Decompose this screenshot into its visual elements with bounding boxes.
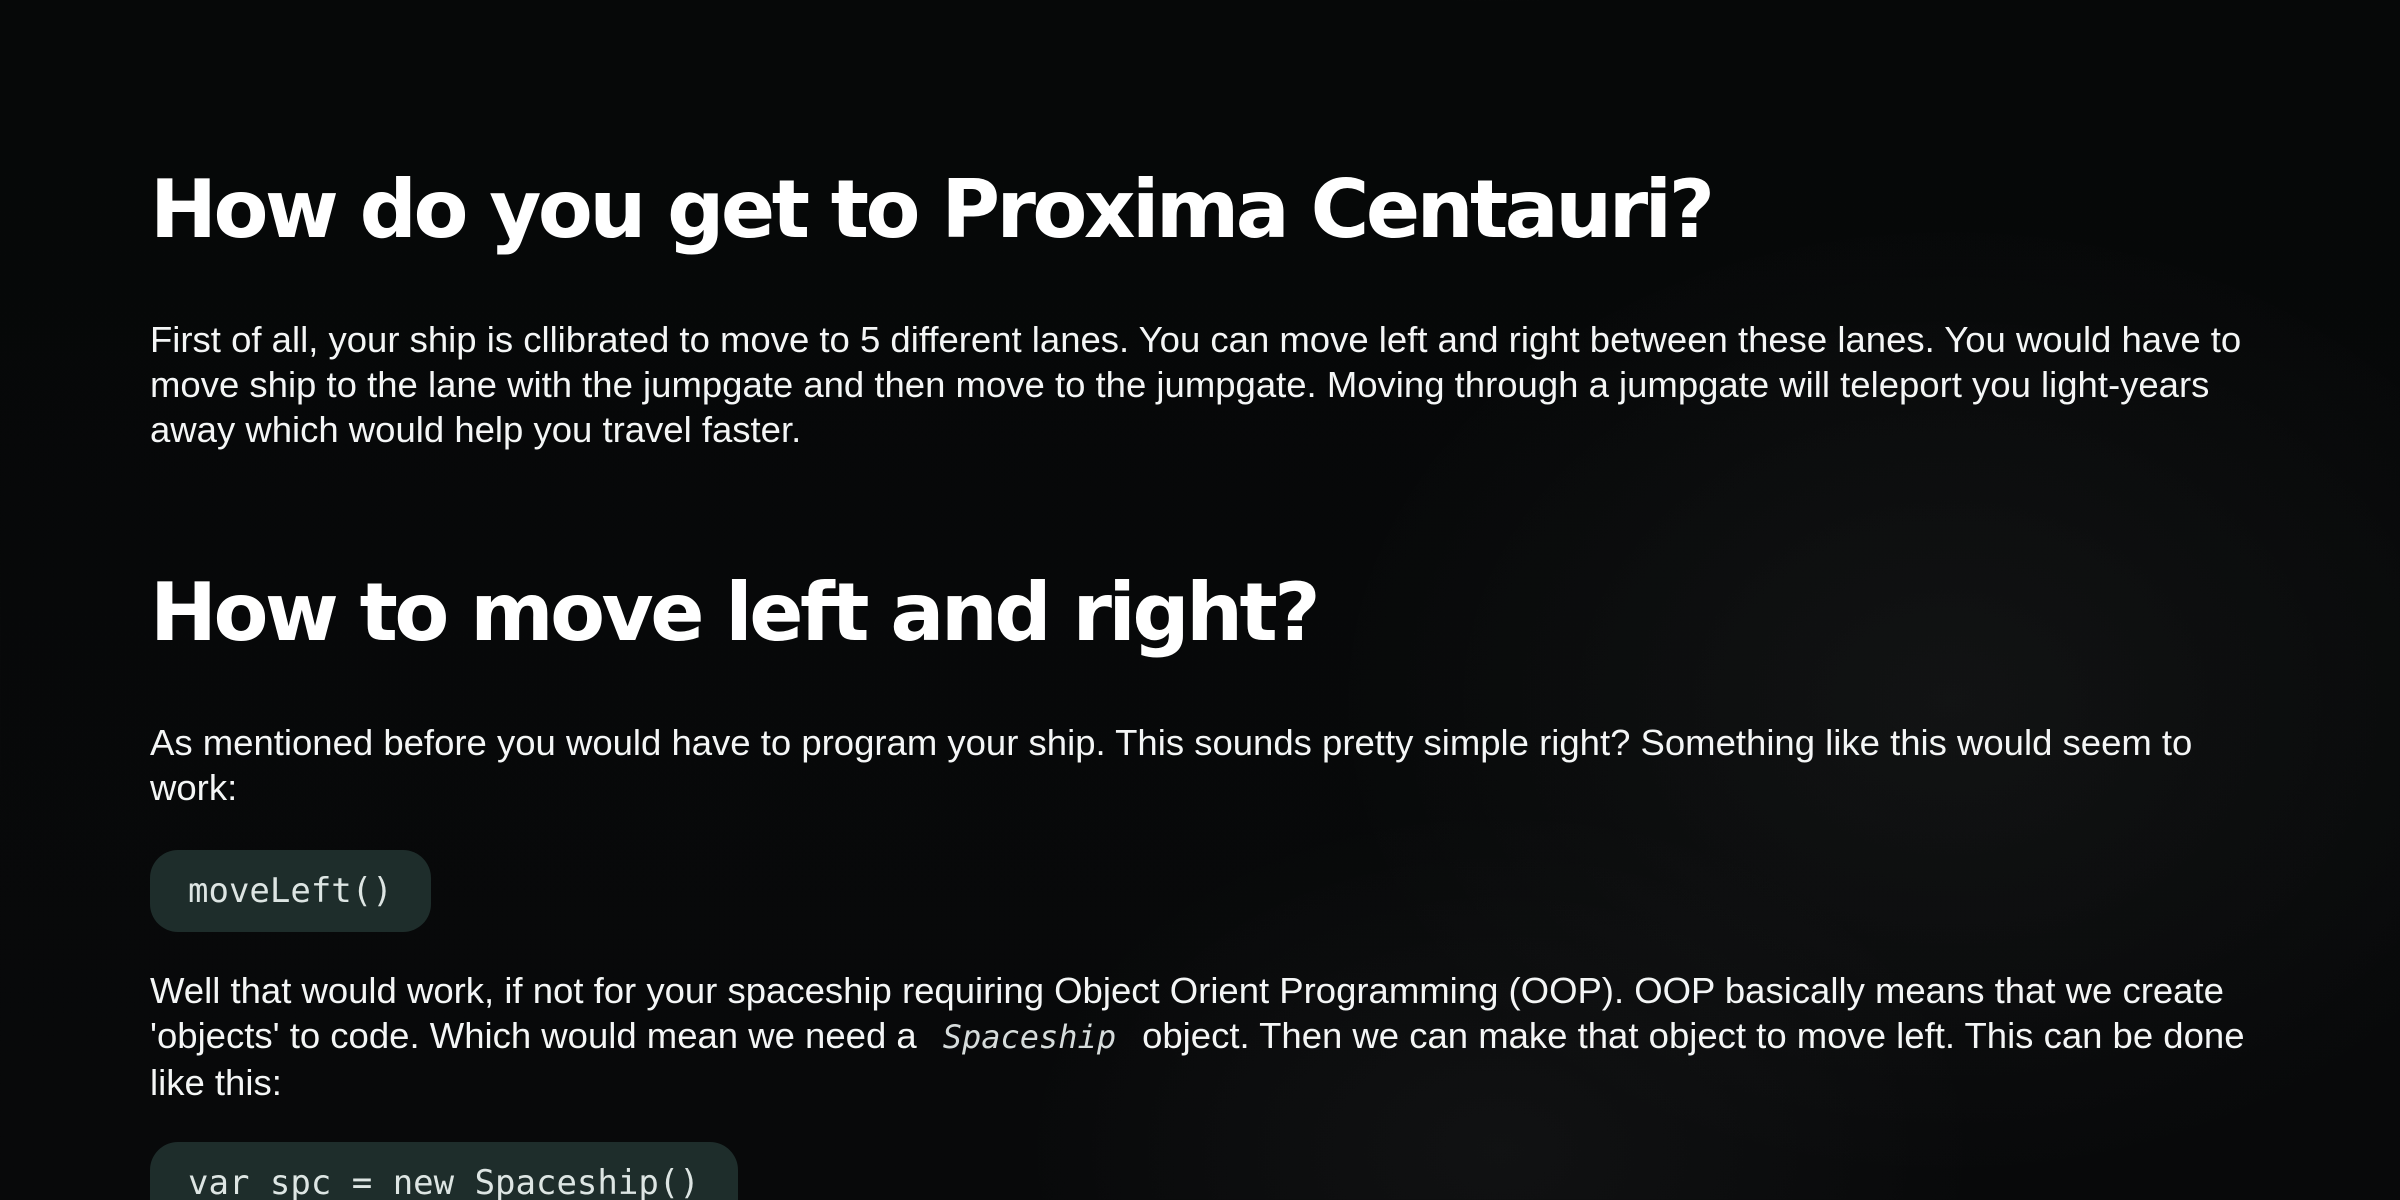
code-moveleft-text: moveLeft() [188,871,393,911]
heading-move-left-right: How to move left and right? [150,566,1321,659]
paragraph-oop-explanation: Well that would work, if not for your sp… [150,968,2260,1105]
code-block-moveleft: moveLeft() [150,850,431,932]
inline-code-spaceship: Spaceship [942,1018,1117,1056]
paragraph-lanes-intro: First of all, your ship is cllibrated to… [150,319,2242,450]
paragraph-program-ship: As mentioned before you would have to pr… [150,722,2193,808]
code-new-spaceship-text: var spc = new Spaceship() [188,1163,700,1200]
code-block-new-spaceship: var spc = new Spaceship() [150,1142,738,1200]
heading-proxima-centauri: How do you get to Proxima Centauri? [150,163,1715,256]
